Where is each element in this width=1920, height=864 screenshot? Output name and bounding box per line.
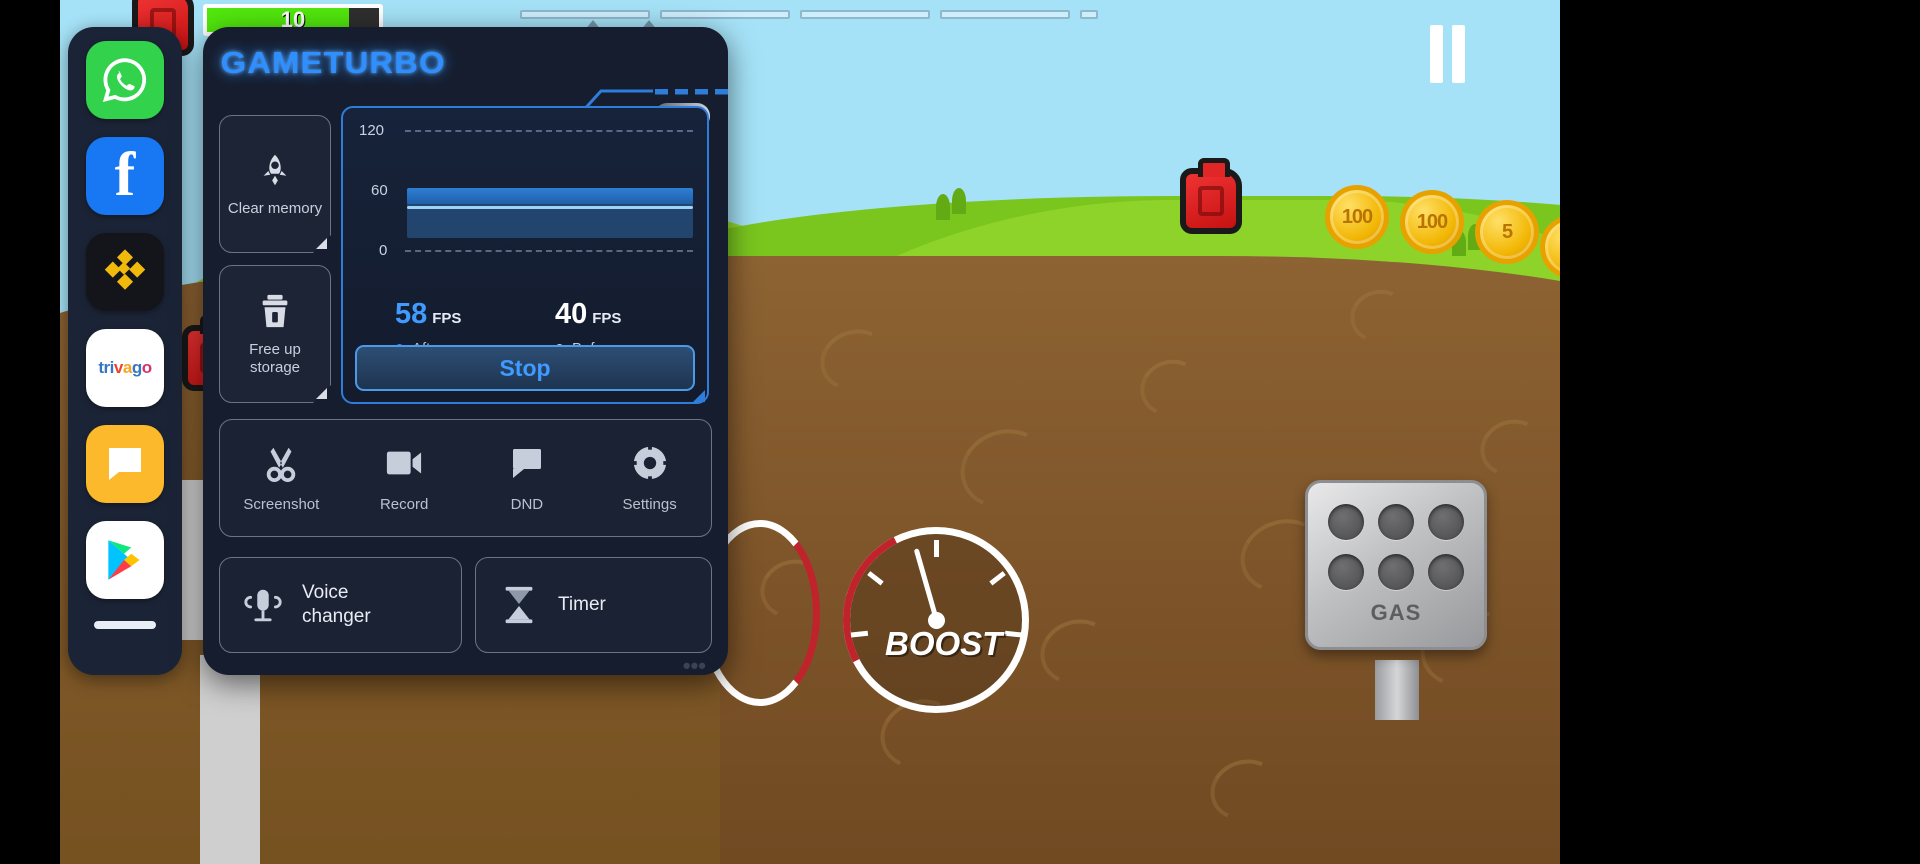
tool-screenshot-label: Screenshot: [243, 496, 320, 513]
hud-bar: [800, 10, 930, 19]
pause-bar: [1452, 25, 1465, 83]
tool-screenshot[interactable]: Screenshot: [235, 443, 327, 513]
rocket-icon: [255, 150, 295, 190]
fps-before-value: 40: [555, 298, 588, 330]
y-tick-60: 60: [371, 182, 388, 199]
app-icon-google-play[interactable]: [86, 521, 164, 599]
gridline-0: [405, 250, 693, 252]
gas-pedal[interactable]: GAS: [1305, 480, 1487, 650]
gear-icon: [630, 443, 670, 483]
scissors-icon: [261, 443, 301, 483]
series-after-band: [407, 188, 693, 204]
app-dock[interactable]: f trivago: [68, 27, 182, 675]
fuel-can-pickup: [1180, 158, 1242, 234]
letterbox-right: [1560, 0, 1920, 864]
y-tick-0: 0: [379, 242, 388, 259]
tools-row: Screenshot Record DND Settings: [219, 419, 712, 537]
truck-pole: [200, 655, 260, 864]
hourglass-icon: [498, 584, 540, 626]
voice-changer-label: Voice changer: [302, 582, 371, 627]
tool-dnd-label: DND: [510, 496, 544, 513]
gridline-120: [405, 130, 693, 132]
fps-before-unit: FPS: [592, 310, 622, 327]
fps-after-value: 58: [395, 298, 428, 330]
tool-dnd[interactable]: DND: [481, 443, 573, 513]
tool-record-label: Record: [379, 496, 429, 513]
fps-chart: 120 60 0: [357, 122, 693, 280]
pedal-holes: [1328, 504, 1464, 590]
free-up-storage-label: Free up storage: [249, 341, 301, 376]
corner-triangle: [316, 238, 327, 249]
timer-label: Timer: [558, 594, 606, 616]
card-corner-accent: [693, 390, 705, 402]
screen-root: 100 100 5 BOOST GAS 10 f trivago GAMETUR…: [0, 0, 1920, 864]
app-icon-trivago[interactable]: trivago: [86, 329, 164, 407]
app-icon-whatsapp[interactable]: [86, 41, 164, 119]
coin-pickup: 100: [1400, 190, 1464, 254]
microphone-icon: [242, 584, 284, 626]
clear-memory-label: Clear memory: [227, 200, 323, 217]
corner-triangle: [316, 388, 327, 399]
gas-pedal-label: GAS: [1370, 600, 1422, 625]
app-icon-facebook[interactable]: f: [86, 137, 164, 215]
coin-pickup: 100: [1325, 185, 1389, 249]
tool-settings[interactable]: Settings: [604, 443, 696, 513]
binance-icon: [104, 249, 146, 290]
trivago-icon: trivago: [98, 358, 152, 377]
gauge-tick: [934, 540, 939, 557]
pedal-stem: [1375, 660, 1419, 720]
game-turbo-panel: GAMETURBO Performance Clear memory: [203, 27, 728, 675]
coin-pickup: 5: [1475, 200, 1539, 264]
game-turbo-logo: GAMETURBO: [220, 45, 446, 80]
performance-card: 120 60 0 58FPS After: [341, 106, 709, 404]
letterbox-left: [0, 0, 60, 864]
tool-record[interactable]: Record: [358, 443, 450, 513]
app-icon-binance[interactable]: [86, 233, 164, 311]
tool-settings-label: Settings: [622, 496, 677, 513]
hud-bar: [1080, 10, 1098, 19]
speech-bubble-icon: [109, 448, 141, 480]
clear-memory-button[interactable]: Clear memory: [219, 115, 331, 253]
google-play-icon: [108, 540, 140, 580]
pause-button[interactable]: [1430, 25, 1465, 83]
series-before-line: [407, 206, 693, 209]
hud-bar: [660, 10, 790, 19]
hud-bar: [520, 10, 650, 19]
stop-button[interactable]: Stop: [355, 345, 695, 391]
pause-bar: [1430, 25, 1443, 83]
fps-after-unit: FPS: [432, 310, 462, 327]
fps-before-value-row: 40 FPS: [555, 298, 621, 331]
panel-bottom-glyph: •••: [682, 653, 706, 675]
video-camera-icon: [384, 443, 424, 483]
whatsapp-icon: [102, 58, 147, 103]
speech-bubble-icon: [507, 443, 547, 483]
y-tick-120: 120: [359, 122, 385, 139]
grass-tuft: [936, 194, 950, 220]
boost-label: BOOST: [885, 625, 1003, 662]
app-icon-messages[interactable]: [86, 425, 164, 503]
facebook-icon: f: [114, 141, 136, 210]
free-up-storage-button[interactable]: Free up storage: [219, 265, 331, 403]
fps-after-value-row: 58 FPS: [395, 298, 461, 331]
hud-bar: [940, 10, 1070, 19]
voice-changer-button[interactable]: Voice changer: [219, 557, 462, 653]
boost-gauge: [818, 502, 1054, 738]
grass-tuft: [952, 188, 966, 214]
trash-icon: [255, 291, 295, 331]
timer-button[interactable]: Timer: [475, 557, 712, 653]
dock-drag-handle[interactable]: [94, 621, 156, 629]
